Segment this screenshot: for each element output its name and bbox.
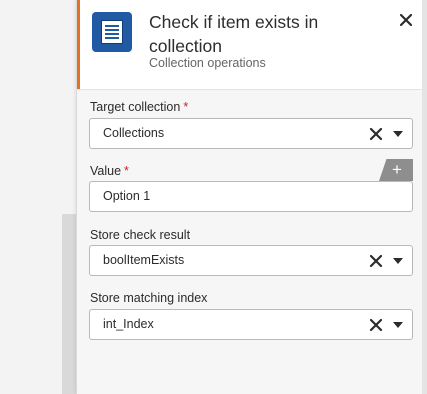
store-matching-index-select[interactable]: int_Index [89,309,413,340]
panel-header: Check if item exists in collection Colle… [77,0,423,90]
store-check-result-value: boolItemExists [103,253,185,267]
add-variable-button[interactable]: + [379,159,413,181]
document-list-icon [92,12,132,52]
target-collection-value: Collections [103,126,165,140]
chevron-down-icon[interactable] [393,131,403,137]
window-edge [422,0,427,394]
target-collection-select[interactable]: Collections [89,118,413,149]
properties-panel: Check if item exists in collection Colle… [76,0,423,394]
chevron-down-icon[interactable] [393,322,403,328]
store-matching-index-label: Store matching index [90,291,208,305]
close-icon[interactable] [395,9,417,31]
panel-title: Check if item exists in collection [149,12,319,56]
panel-subtitle: Collection operations [149,56,266,70]
value-input[interactable]: Option 1 [89,181,413,212]
plus-icon: + [392,160,402,179]
canvas-scroll-shade [62,214,76,394]
clear-icon[interactable] [369,318,383,332]
store-matching-index-value: int_Index [103,317,154,331]
header-accent-bar [77,0,80,89]
required-asterisk: * [124,164,129,178]
value-label: Value * [90,164,129,178]
clear-icon[interactable] [369,127,383,141]
chevron-down-icon[interactable] [393,258,403,264]
target-collection-label: Target collection * [90,100,189,114]
store-check-result-select[interactable]: boolItemExists [89,245,413,276]
value-input-text: Option 1 [103,189,151,203]
workflow-canvas [0,0,76,394]
required-asterisk: * [183,100,189,114]
store-check-result-label: Store check result [90,228,191,242]
clear-icon[interactable] [369,254,383,268]
